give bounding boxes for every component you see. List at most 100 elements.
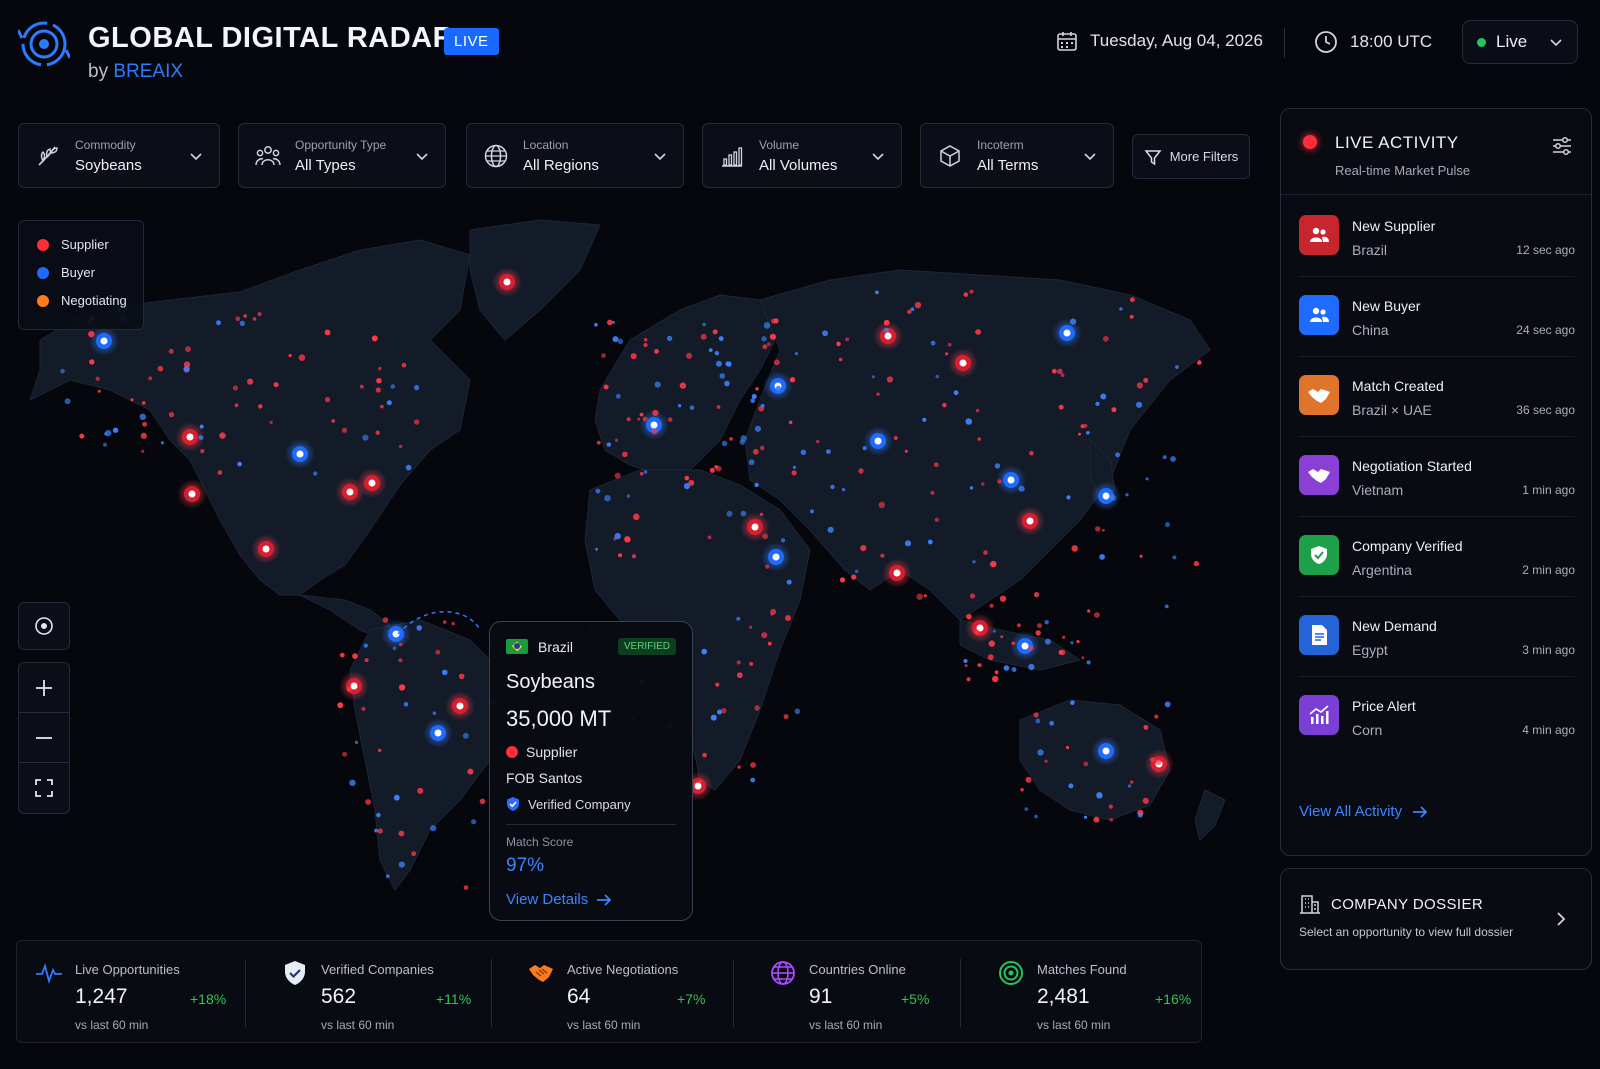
supplier-dot	[1033, 712, 1039, 718]
supplier-dot	[95, 376, 100, 381]
settings-sliders-icon[interactable]	[1551, 135, 1573, 157]
supplier-dot	[378, 748, 382, 753]
filter-label: Commodity	[75, 137, 136, 152]
buyer-dot	[614, 532, 621, 540]
supplier-dot	[930, 490, 935, 495]
supplier-dot	[232, 385, 238, 391]
company-dossier-card[interactable]: COMPANY DOSSIER Select an opportunity to…	[1280, 868, 1592, 970]
supplier-dot	[398, 830, 405, 837]
filter-location[interactable]: Location All Regions	[466, 123, 684, 188]
buyer-dot	[462, 732, 469, 739]
stat-sub: vs last 60 min	[321, 1018, 395, 1032]
activity-item[interactable]: Negotiation Started Vietnam 1 min ago	[1299, 437, 1575, 517]
supplier-dot	[858, 468, 864, 474]
supplier-dot	[771, 318, 776, 324]
buyer-dot	[1164, 604, 1169, 609]
supplier-dot	[339, 652, 345, 658]
buyer-dot	[883, 327, 889, 333]
buyer-dot	[1099, 554, 1105, 560]
view-all-activity-link[interactable]: View All Activity	[1299, 803, 1428, 820]
popup-divider	[506, 824, 676, 825]
activity-item-title: Company Verified	[1352, 538, 1463, 554]
live-mode-select[interactable]: Live	[1462, 20, 1578, 64]
supplier-dot	[639, 412, 644, 417]
popup-quantity: 35,000 MT	[506, 706, 612, 731]
supplier-dot	[1029, 450, 1034, 456]
stat-label: Countries Online	[809, 962, 906, 977]
activity-item[interactable]: Match Created Brazil × UAE 36 sec ago	[1299, 357, 1575, 437]
byline-prefix: by	[88, 61, 109, 82]
supplier-dot	[479, 798, 486, 805]
supplier-dot	[632, 554, 636, 559]
buyer-dot	[1172, 555, 1177, 560]
supplier-dot	[615, 438, 618, 442]
marker-center	[893, 569, 901, 577]
supplier-dot	[652, 409, 659, 416]
supplier-dot	[243, 314, 247, 318]
activity-item[interactable]: New Buyer China 24 sec ago	[1299, 277, 1575, 357]
filter-volume[interactable]: Volume All Volumes	[702, 123, 902, 188]
stat-value: 2,481	[1037, 985, 1090, 1008]
buyer-dot	[841, 488, 846, 492]
filter-incoterm[interactable]: Incoterm All Terms	[920, 123, 1114, 188]
buyer-dot	[963, 659, 968, 663]
continent-south-america	[349, 619, 511, 891]
supplier-dot	[707, 535, 712, 540]
marker-center	[884, 332, 892, 340]
supplier-dot	[766, 342, 771, 346]
supplier-dot	[679, 382, 687, 389]
supplier-dot	[622, 451, 628, 458]
supplier-dot	[643, 338, 648, 342]
supplier-dot	[966, 613, 972, 620]
buyer-dot	[930, 340, 936, 346]
supplier-dot	[1143, 377, 1149, 383]
supplier-dot	[141, 449, 145, 453]
activity-item-time: 3 min ago	[1522, 643, 1575, 657]
filter-opportunity-type[interactable]: Opportunity Type All Types	[238, 123, 446, 188]
supplier-dot	[1095, 526, 1101, 532]
activity-item-time: 2 min ago	[1522, 563, 1575, 577]
supplier-dot	[651, 428, 658, 435]
activity-subtitle: Real-time Market Pulse	[1335, 163, 1471, 178]
supplier-dot	[467, 768, 474, 775]
live-status-dot	[1477, 37, 1486, 47]
supplier-dot	[364, 658, 369, 663]
supplier-dot	[767, 641, 772, 646]
supplier-dot	[1111, 407, 1117, 413]
buyer-dot	[160, 441, 164, 445]
activity-item-title: New Demand	[1352, 618, 1437, 634]
target-icon	[999, 961, 1023, 985]
minus-icon	[36, 736, 52, 739]
marker-center	[772, 553, 780, 561]
supplier-dot	[1136, 382, 1143, 389]
buyer-dot	[442, 669, 448, 676]
supplier-dot	[1109, 817, 1114, 822]
stat-matches-found: Matches Found 2,481 +16% vs last 60 min	[997, 941, 1197, 1044]
activity-item[interactable]: Company Verified Argentina 2 min ago	[1299, 517, 1575, 597]
buyer-dot	[721, 440, 728, 447]
fullscreen-button[interactable]	[19, 763, 69, 813]
supplier-dot	[377, 366, 382, 371]
activity-item[interactable]: New Demand Egypt 3 min ago	[1299, 597, 1575, 677]
activity-item[interactable]: Price Alert Corn 4 min ago	[1299, 677, 1575, 757]
more-filters-button[interactable]: More Filters	[1132, 134, 1250, 179]
supplier-dot	[914, 301, 922, 309]
zoom-in-button[interactable]	[19, 663, 69, 713]
supplier-dot	[715, 465, 722, 472]
locate-button[interactable]	[18, 602, 70, 650]
supplier-dot	[1028, 645, 1034, 651]
users-icon	[1299, 295, 1339, 335]
marker-center	[874, 437, 882, 445]
marker-center	[346, 488, 354, 496]
legend-item-negotiating: Negotiating	[37, 293, 143, 308]
zoom-out-button[interactable]	[19, 713, 69, 763]
supplier-dot	[963, 292, 969, 297]
view-details-link[interactable]: View Details	[506, 891, 676, 908]
supplier-dot	[876, 392, 880, 396]
supplier-dot	[451, 621, 455, 626]
stat-change: +18%	[190, 991, 227, 1007]
supplier-dot	[789, 377, 796, 383]
activity-item[interactable]: New Supplier Brazil 12 sec ago	[1299, 197, 1575, 277]
buyer-dot	[626, 494, 631, 498]
filter-commodity[interactable]: Commodity Soybeans	[18, 123, 220, 188]
